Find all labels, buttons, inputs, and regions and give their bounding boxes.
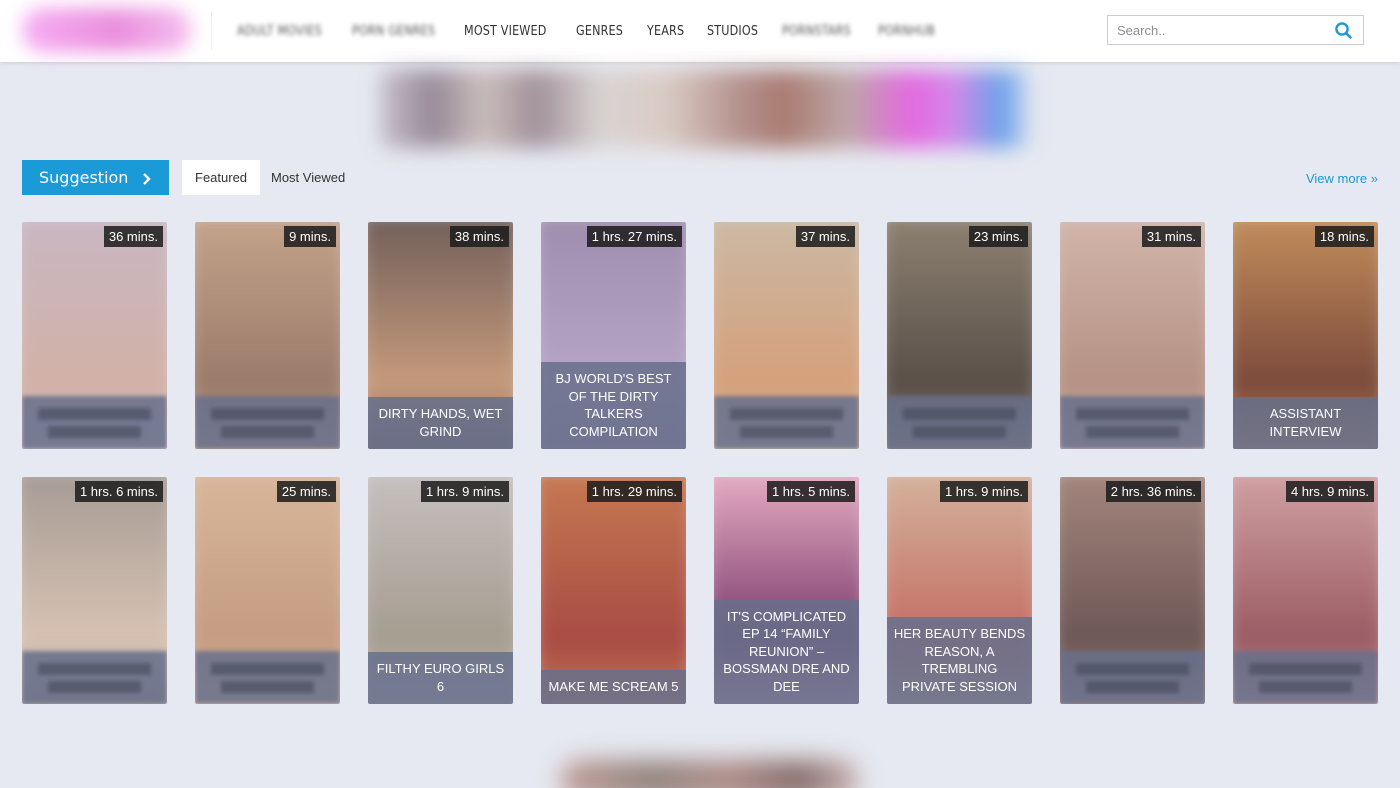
chevron-right-icon [141, 171, 153, 185]
video-title[interactable] [195, 396, 340, 449]
video-title[interactable] [1060, 396, 1205, 449]
video-title[interactable] [22, 651, 167, 704]
duration-badge: 1 hrs. 29 mins. [586, 481, 682, 502]
duration-badge: 4 hrs. 9 mins. [1285, 481, 1374, 502]
search-input[interactable] [1117, 21, 1322, 39]
video-card[interactable]: 25 mins. [195, 477, 340, 704]
nav-item-genres[interactable]: GENRES [576, 24, 623, 39]
video-card[interactable]: 18 mins. ASSISTANT INTERVIEW [1233, 222, 1378, 449]
video-title[interactable]: HER BEAUTY BENDS REASON, A TREMBLING PRI… [887, 617, 1032, 704]
nav-item-years[interactable]: YEARS [647, 24, 684, 39]
bottom-banner-ad[interactable] [560, 760, 860, 788]
search-icon[interactable] [1333, 20, 1355, 42]
video-card[interactable]: 37 mins. [714, 222, 859, 449]
duration-badge: 1 hrs. 27 mins. [586, 226, 682, 247]
duration-badge: 1 hrs. 9 mins. [420, 481, 509, 502]
view-more-link[interactable]: View more » [1306, 171, 1378, 186]
suggestion-button[interactable]: Suggestion [22, 160, 169, 195]
video-title[interactable]: FILTHY EURO GIRLS 6 [368, 652, 513, 704]
video-title[interactable] [1233, 651, 1378, 704]
video-card[interactable]: 1 hrs. 27 mins. BJ WORLD'S BEST OF THE DI… [541, 222, 686, 449]
nav-item-studios[interactable]: STUDIOS [707, 24, 758, 39]
duration-badge: 9 mins. [284, 226, 336, 247]
suggestion-label: Suggestion [39, 168, 129, 187]
duration-badge: 1 hrs. 6 mins. [74, 481, 163, 502]
video-card[interactable]: 1 hrs. 9 mins. FILTHY EURO GIRLS 6 [368, 477, 513, 704]
duration-badge: 38 mins. [449, 226, 509, 247]
nav-item-adult-movies[interactable]: ADULT MOVIES [237, 24, 322, 39]
duration-badge: 25 mins. [276, 481, 336, 502]
video-card[interactable]: 1 hrs. 29 mins. MAKE ME SCREAM 5 [541, 477, 686, 704]
video-card[interactable]: 31 mins. [1060, 222, 1205, 449]
nav-item-porn-genres[interactable]: PORN GENRES [352, 24, 435, 39]
search-box [1107, 15, 1364, 45]
video-title[interactable]: DIRTY HANDS, WET GRIND [368, 397, 513, 449]
tab-featured[interactable]: Featured [182, 160, 261, 195]
top-navbar: ADULT MOVIES PORN GENRES MOST VIEWED GENRES… [0, 0, 1400, 62]
video-title[interactable] [714, 396, 859, 449]
video-title[interactable]: ASSISTANT INTERVIEW [1233, 397, 1378, 449]
video-card[interactable]: 36 mins. [22, 222, 167, 449]
logo-divider [211, 12, 212, 50]
video-title[interactable] [22, 396, 167, 449]
video-title[interactable] [887, 396, 1032, 449]
duration-badge: 1 hrs. 5 mins. [766, 481, 855, 502]
video-title[interactable]: MAKE ME SCREAM 5 [541, 669, 686, 704]
video-title[interactable] [1060, 651, 1205, 704]
banner-ad[interactable] [380, 70, 1030, 148]
tab-most-viewed[interactable]: Most Viewed [258, 160, 358, 195]
video-title[interactable]: IT'S COMPLICATED EP 14 “FAMILY REUNION” … [714, 599, 859, 704]
video-card[interactable]: 23 mins. [887, 222, 1032, 449]
duration-badge: 1 hrs. 9 mins. [939, 481, 1028, 502]
duration-badge: 18 mins. [1314, 226, 1374, 247]
duration-badge: 31 mins. [1141, 226, 1201, 247]
video-card[interactable]: 1 hrs. 6 mins. [22, 477, 167, 704]
nav-item-most-viewed[interactable]: MOST VIEWED [464, 24, 547, 39]
video-card[interactable]: 38 mins. DIRTY HANDS, WET GRIND [368, 222, 513, 449]
site-logo[interactable] [22, 8, 192, 52]
duration-badge: 23 mins. [968, 226, 1028, 247]
video-title[interactable]: BJ WORLD'S BEST OF THE DIRTY TALKERS COM… [541, 362, 686, 449]
duration-badge: 36 mins. [103, 226, 163, 247]
video-card[interactable]: 2 hrs. 36 mins. [1060, 477, 1205, 704]
duration-badge: 2 hrs. 36 mins. [1105, 481, 1201, 502]
video-card[interactable]: 4 hrs. 9 mins. [1233, 477, 1378, 704]
nav-item-pornhub[interactable]: PORNHUB [878, 24, 935, 39]
main-nav: ADULT MOVIES PORN GENRES MOST VIEWED GENRES… [237, 0, 960, 62]
video-card[interactable]: 9 mins. [195, 222, 340, 449]
duration-badge: 37 mins. [795, 226, 855, 247]
video-title[interactable] [195, 651, 340, 704]
video-card[interactable]: 1 hrs. 5 mins. IT'S COMPLICATED EP 14 “FA… [714, 477, 859, 704]
video-card[interactable]: 1 hrs. 9 mins. HER BEAUTY BENDS REASON, A… [887, 477, 1032, 704]
nav-item-pornstars[interactable]: PORNSTARS [782, 24, 851, 39]
